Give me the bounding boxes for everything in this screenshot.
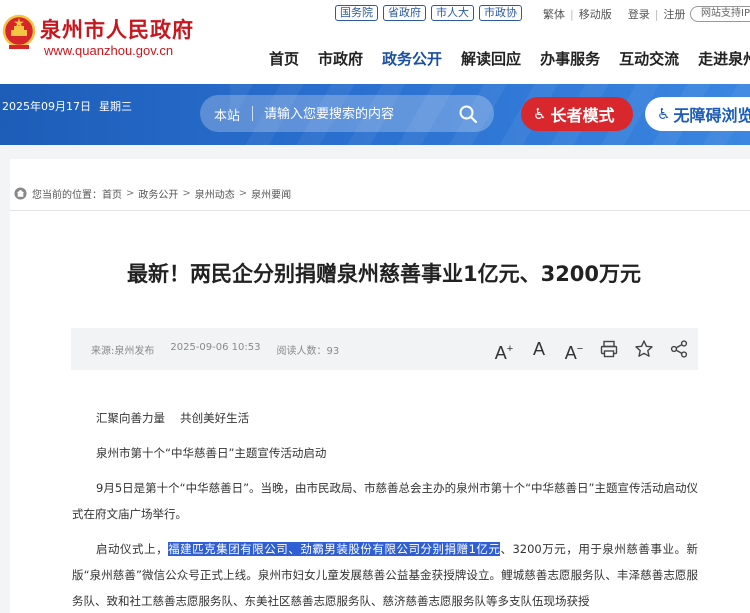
search-icon[interactable] (458, 104, 478, 124)
search-input[interactable] (264, 104, 454, 124)
util-links: 繁体 | 移动版 登录 | 注册 (543, 6, 685, 22)
home-icon (14, 187, 27, 200)
article-paragraph: 9月5日是第十个“中华慈善日”。当晚，由市民政局、市慈善总会主办的泉州市第十个“… (72, 481, 698, 521)
font-reset-icon[interactable]: A (529, 339, 549, 359)
site-title[interactable]: 泉州市人民政府 (40, 14, 194, 44)
share-icon[interactable] (669, 339, 689, 359)
search-box: 本站 (200, 95, 494, 132)
article-paragraph: 泉州市第十个“中华慈善日”主题宣传活动启动 (96, 446, 327, 460)
breadcrumb-home[interactable]: 首页 (102, 186, 122, 201)
breadcrumb-news[interactable]: 泉州要闻 (251, 186, 291, 201)
font-increase-icon[interactable]: A+ (494, 339, 514, 363)
breadcrumb-gov-affairs[interactable]: 政务公开 (138, 186, 178, 201)
accessibility-button[interactable]: ♿ 无障碍浏览 (645, 97, 750, 131)
selected-text[interactable]: 福建匹克集团有限公司、劲霸男装股份有限公司分别捐赠1亿元 (168, 542, 501, 556)
register-link[interactable]: 注册 (663, 6, 685, 22)
nav-gov-affairs[interactable]: 政务公开 (382, 48, 442, 69)
print-icon[interactable] (599, 339, 619, 359)
article-title: 最新！两民企分别捐赠泉州慈善事业1亿元、3200万元 (126, 262, 642, 286)
weekday: 星期三 (99, 100, 132, 113)
article-date: 2025-09-06 10:53 (170, 342, 261, 353)
article-reads: 阅读人数：93 (276, 346, 340, 357)
site-url: www.quanzhou.gov.cn (44, 43, 174, 58)
wheelchair-icon: ♿ (657, 105, 671, 123)
top-link-cppcc[interactable]: 市政协 (479, 5, 522, 21)
divider (252, 106, 253, 121)
article-meta: 来源:泉州发布 2025-09-06 10:53 阅读人数：93 (91, 342, 355, 357)
article-paragraph: 启动仪式上，福建匹克集团有限公司、劲霸男装股份有限公司分别捐赠1亿元、3200万… (72, 536, 698, 613)
article-tools: A+ A A− (494, 339, 704, 363)
login-link[interactable]: 登录 (628, 6, 650, 22)
nav-interaction[interactable]: 互动交流 (619, 48, 679, 69)
current-date: 2025年09月17日 星期三 (2, 98, 132, 114)
elder-mode-button[interactable]: ♿ 长者模式 (521, 97, 633, 131)
paragraph-text: 启动仪式上， (96, 542, 169, 556)
nav-home[interactable]: 首页 (269, 48, 299, 69)
ipv6-badge: 网站支持IPv (690, 6, 750, 22)
main-nav: 首页 市政府 政务公开 解读回应 办事服务 互动交流 走进泉州 (269, 48, 750, 69)
article-paragraph: 汇聚向善力量 共创美好生活 (96, 411, 250, 425)
elder-mode-label: 长者模式 (550, 106, 615, 125)
breadcrumb-dynamics[interactable]: 泉州动态 (195, 186, 235, 201)
breadcrumb: 您当前的位置： 首页 > 政务公开 > 泉州动态 > 泉州要闻 (14, 186, 291, 201)
nav-city-gov[interactable]: 市政府 (318, 48, 363, 69)
accessibility-label: 无障碍浏览 (673, 106, 750, 125)
breadcrumb-prefix: 您当前的位置： (32, 190, 102, 201)
top-link-city-congress[interactable]: 市人大 (431, 5, 474, 21)
top-link-provincial-gov[interactable]: 省政府 (383, 5, 426, 21)
article-meta-bar: 来源:泉州发布 2025-09-06 10:53 阅读人数：93 A+ A A− (71, 328, 698, 370)
star-icon[interactable] (634, 339, 654, 359)
banner: 2025年09月17日星期三 本站 ♿ 长者模式 ♿ 无障碍浏览 (0, 84, 750, 145)
traditional-chinese-link[interactable]: 繁体 (543, 6, 565, 22)
search-scope-select[interactable]: 本站 (214, 105, 240, 124)
font-decrease-icon[interactable]: A− (564, 339, 584, 363)
nav-services[interactable]: 办事服务 (540, 48, 600, 69)
nav-interpretation[interactable]: 解读回应 (461, 48, 521, 69)
elder-icon: ♿ (533, 105, 547, 123)
article-source: 来源:泉州发布 (91, 346, 155, 357)
national-emblem-icon[interactable] (2, 12, 36, 52)
article-body: 汇聚向善力量 共创美好生活 泉州市第十个“中华慈善日”主题宣传活动启动 9月5日… (72, 405, 698, 613)
mobile-version-link[interactable]: 移动版 (579, 6, 612, 22)
date: 2025年09月17日 (2, 100, 91, 113)
site-header: 泉州市人民政府 www.quanzhou.gov.cn 国务院 省政府 市人大 … (0, 0, 750, 84)
top-link-state-council[interactable]: 国务院 (335, 5, 378, 21)
nav-about-quanzhou[interactable]: 走进泉州 (698, 48, 750, 69)
divider (10, 210, 750, 211)
top-links: 国务院 省政府 市人大 市政协 (335, 5, 522, 21)
divider: | (654, 7, 659, 21)
divider: | (570, 7, 574, 21)
